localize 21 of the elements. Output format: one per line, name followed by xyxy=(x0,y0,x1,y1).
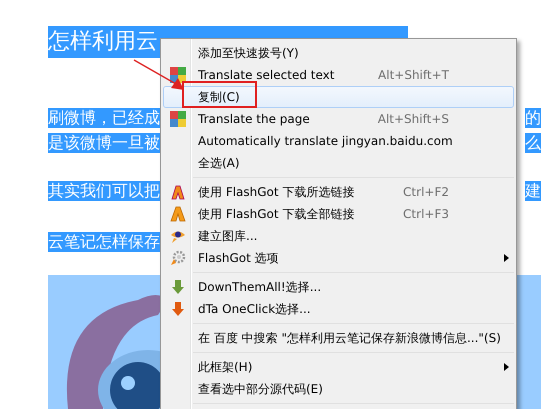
paragraph-text: 云笔记怎样保存 xyxy=(48,232,160,252)
menu-item[interactable]: FlashGot 选项 xyxy=(163,247,514,269)
menu-item[interactable]: DownThemAll!选择... xyxy=(163,276,514,298)
paragraph-text: 么 xyxy=(525,133,541,153)
menu-item[interactable]: 使用 FlashGot 下载全部链接 Ctrl+F3 xyxy=(163,203,514,225)
menu-item[interactable]: dTa OneClick选择... xyxy=(163,298,514,320)
paragraph-text: 的 xyxy=(525,108,541,128)
paragraph-text: 其实我们可以把 xyxy=(48,181,160,201)
menu-item[interactable]: 复制(C) xyxy=(163,86,514,108)
menu-item[interactable]: Translate the page Alt+Shift+S xyxy=(163,108,514,130)
menu-item[interactable]: 建立图库... xyxy=(163,225,514,247)
menu-item[interactable]: 此框架(H) xyxy=(163,356,514,378)
menu-item[interactable]: Automatically translate jingyan.baidu.com xyxy=(163,130,514,152)
menu-item[interactable]: 全选(A) xyxy=(163,152,514,174)
menu-item[interactable]: 在 百度 中搜索 "怎样利用云笔记保存新浪微博信息..."(S) xyxy=(163,327,514,349)
menu-item[interactable]: Translate selected text Alt+Shift+T xyxy=(163,64,514,86)
paragraph-text: 建 xyxy=(525,181,541,201)
paragraph-text: 刷微博，已经成 xyxy=(48,108,160,128)
paragraph-text: 是该微博一旦被 xyxy=(48,133,160,153)
menu-item[interactable]: 使用 FlashGot 下载所选链接 Ctrl+F2 xyxy=(163,181,514,203)
menu-item[interactable]: 查看选中部分源代码(E) xyxy=(163,378,514,400)
